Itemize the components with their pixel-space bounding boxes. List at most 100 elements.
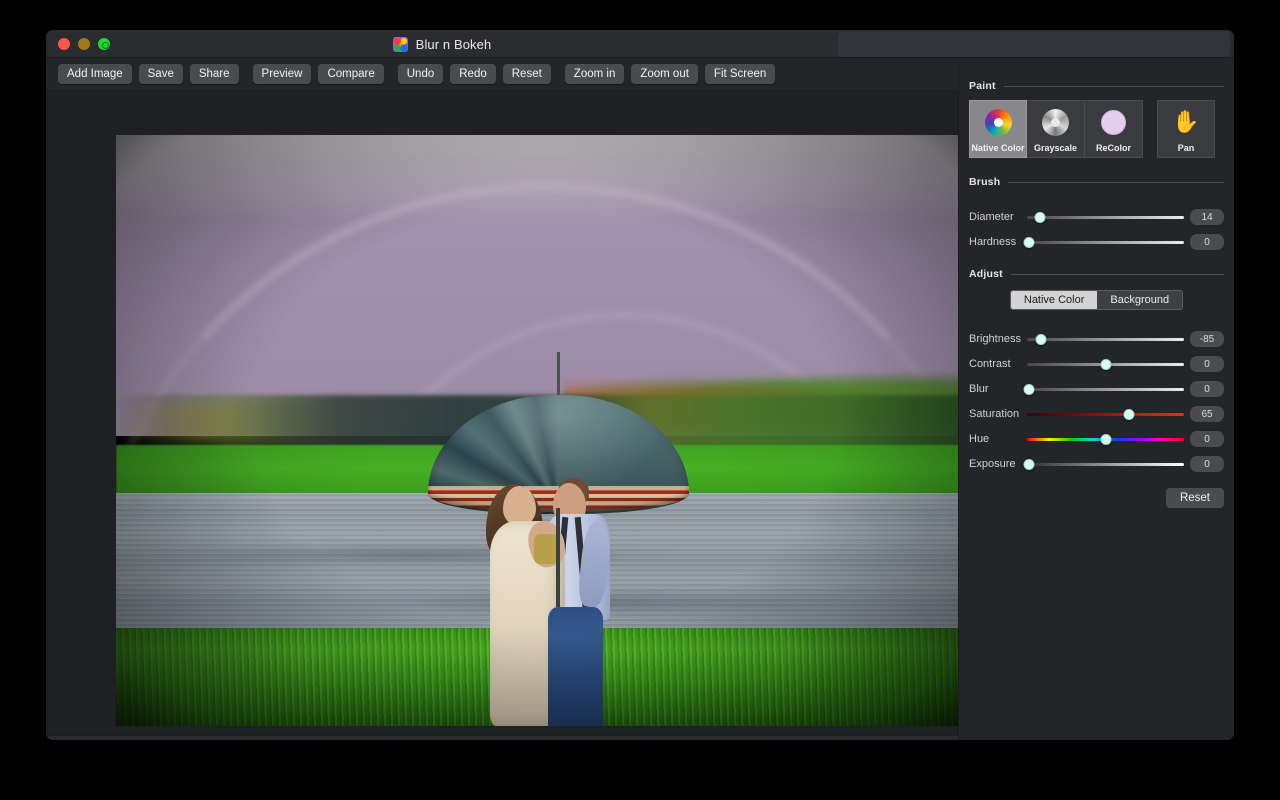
adjust-target-segmented: Native Color Background (1009, 290, 1184, 310)
contrast-slider[interactable] (1027, 357, 1184, 371)
section-divider (1008, 181, 1224, 183)
camera-held-icon (534, 534, 559, 564)
couple-subject (427, 352, 689, 726)
compare-button[interactable]: Compare (318, 64, 384, 84)
reset-button[interactable]: Reset (502, 64, 551, 84)
contrast-row: Contrast 0 (959, 356, 1234, 372)
section-divider (1010, 273, 1224, 275)
brush-diameter-value[interactable]: 14 (1190, 209, 1224, 225)
segment-background[interactable]: Background (1097, 291, 1183, 309)
brush-hardness-label: Hardness (969, 236, 1017, 248)
adjust-section-header: Adjust (959, 268, 1234, 280)
slider-knob[interactable] (1034, 211, 1046, 223)
paint-tools: Native Color Grayscale ReColor ✋ Pan (959, 100, 1234, 158)
segment-native-color[interactable]: Native Color (1010, 291, 1098, 309)
tool-grayscale[interactable]: Grayscale (1027, 100, 1085, 158)
brush-hardness-slider[interactable] (1023, 235, 1184, 249)
slider-knob[interactable] (1123, 408, 1135, 420)
brush-section-title: Brush (969, 176, 1001, 188)
adjust-reset-button[interactable]: Reset (1165, 488, 1224, 508)
slider-track (1027, 412, 1184, 416)
adjust-section-title: Adjust (969, 268, 1003, 280)
slider-track (1027, 240, 1184, 244)
saturation-value[interactable]: 65 (1190, 406, 1224, 422)
brush-hardness-value[interactable]: 0 (1190, 234, 1224, 250)
app-color-wheel-icon (392, 36, 408, 52)
tool-recolor-label: ReColor (1095, 143, 1131, 153)
tool-pan[interactable]: ✋ Pan (1157, 100, 1215, 158)
slider-knob[interactable] (1035, 333, 1047, 345)
share-button[interactable]: Share (189, 64, 239, 84)
undo-button[interactable]: Undo (397, 64, 444, 84)
titlebar: Blur n Bokeh (46, 30, 1234, 58)
window-title-area: Blur n Bokeh (46, 30, 838, 58)
section-divider (1003, 85, 1224, 87)
brightness-value[interactable]: -85 (1190, 331, 1224, 347)
brightness-row: Brightness -85 (959, 331, 1234, 347)
contrast-value[interactable]: 0 (1190, 356, 1224, 372)
tool-pan-label: Pan (1177, 143, 1195, 153)
brightness-label: Brightness (969, 333, 1021, 345)
brush-diameter-slider[interactable] (1027, 210, 1184, 224)
color-wheel-icon (970, 101, 1026, 143)
hue-label: Hue (969, 433, 990, 445)
blur-value[interactable]: 0 (1190, 381, 1224, 397)
exposure-label: Exposure (969, 458, 1016, 470)
photo-image (116, 135, 975, 726)
recolor-circle-icon (1085, 101, 1142, 143)
hue-slider[interactable] (1027, 432, 1184, 446)
blur-slider[interactable] (1023, 382, 1184, 396)
app-window: Blur n Bokeh Add Image Save Share Previe… (46, 30, 1234, 740)
statusbar: 367 KB 3375 X 225 5.jpeg Zoom: 100 % (46, 735, 958, 740)
slider-knob[interactable] (1023, 383, 1035, 395)
slider-track (1027, 215, 1184, 219)
paint-section-header: Paint (959, 80, 1234, 92)
tool-grayscale-label: Grayscale (1033, 143, 1078, 153)
adjust-reset-wrap: Reset (959, 488, 1234, 508)
slider-knob[interactable] (1100, 433, 1111, 445)
zoom-in-button[interactable]: Zoom in (564, 64, 625, 84)
tool-recolor[interactable]: ReColor (1085, 100, 1143, 158)
hue-value[interactable]: 0 (1190, 431, 1224, 447)
grayscale-wheel-icon (1027, 101, 1084, 143)
redo-button[interactable]: Redo (450, 64, 496, 84)
hue-row: Hue 0 (959, 431, 1234, 447)
toolbar-group-zoom: Zoom in Zoom out Fit Screen (564, 64, 776, 84)
slider-knob[interactable] (1023, 236, 1035, 248)
woman-head (503, 486, 537, 526)
toolbar-group-file: Add Image Save Share (58, 64, 239, 84)
photo-canvas[interactable] (116, 135, 975, 726)
titlebar-right-panel (838, 32, 1230, 57)
blur-row: Blur 0 (959, 381, 1234, 397)
slider-track (1027, 387, 1184, 391)
adjust-target-segmented-wrap: Native Color Background (959, 290, 1234, 310)
add-image-button[interactable]: Add Image (58, 64, 132, 84)
toolbar-group-history: Undo Redo Reset (397, 64, 551, 84)
window-title: Blur n Bokeh (415, 36, 492, 52)
slider-knob[interactable] (1100, 358, 1111, 370)
exposure-value[interactable]: 0 (1190, 456, 1224, 472)
slider-track (1027, 462, 1184, 466)
canvas-area[interactable] (46, 90, 975, 735)
saturation-slider[interactable] (1027, 407, 1184, 421)
brush-hardness-row: Hardness 0 (959, 234, 1234, 250)
slider-track (1027, 337, 1184, 341)
tool-native-color-label: Native Color (971, 143, 1025, 153)
right-sidebar: Paint Native Color Grayscale ReColor ✋ P… (958, 62, 1234, 740)
brightness-slider[interactable] (1027, 332, 1184, 346)
slider-knob[interactable] (1023, 458, 1035, 470)
exposure-slider[interactable] (1023, 457, 1184, 471)
tool-native-color[interactable]: Native Color (969, 100, 1027, 158)
paint-section-title: Paint (969, 80, 996, 92)
preview-button[interactable]: Preview (252, 64, 312, 84)
exposure-row: Exposure 0 (959, 456, 1234, 472)
fit-screen-button[interactable]: Fit Screen (704, 64, 776, 84)
saturation-label: Saturation (969, 408, 1020, 420)
hand-icon: ✋ (1172, 109, 1200, 134)
brush-section-header: Brush (959, 176, 1234, 188)
zoom-out-button[interactable]: Zoom out (631, 64, 698, 84)
toolbar-group-view: Preview Compare (252, 64, 384, 84)
man-jeans (548, 606, 604, 726)
blur-label: Blur (969, 383, 989, 395)
save-button[interactable]: Save (138, 64, 183, 84)
